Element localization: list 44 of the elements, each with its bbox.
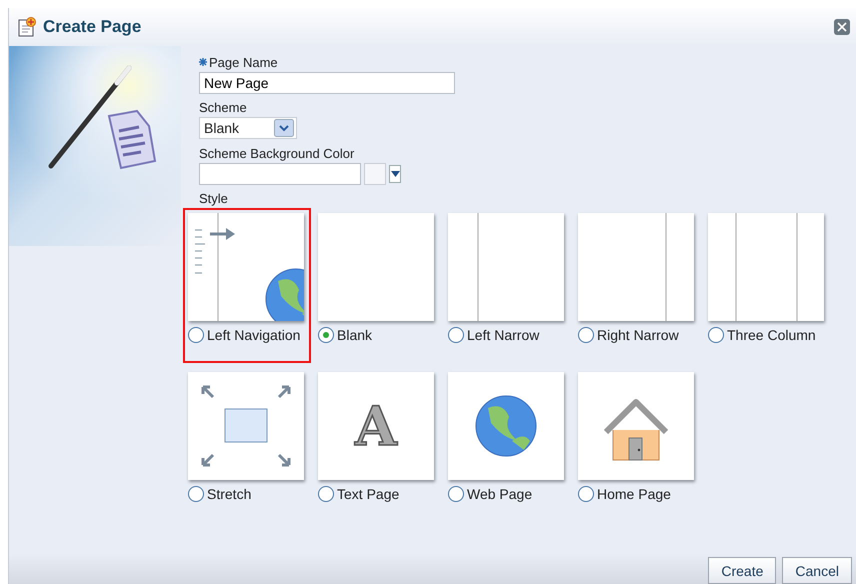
option-label: Blank (337, 326, 372, 344)
style-thumbnail[interactable] (708, 213, 824, 321)
field-label: Scheme (199, 100, 248, 116)
style-thumbnail[interactable] (448, 372, 564, 480)
option-label: Three Column (727, 326, 816, 344)
option-label: Stretch (207, 485, 252, 503)
input-field[interactable] (199, 163, 361, 185)
radio-button[interactable] (448, 486, 464, 502)
color-swatch[interactable] (364, 163, 386, 185)
caret-icon (390, 171, 400, 177)
option-label: Left Navigation (207, 326, 300, 344)
close-icon (836, 21, 848, 33)
field-label: Page Name (209, 55, 278, 71)
letter-icon: A (355, 394, 397, 458)
style-thumbnail[interactable] (578, 372, 694, 480)
radio-button[interactable] (318, 327, 334, 343)
scheme-dropdown[interactable]: Blank (199, 117, 297, 139)
option-label: Left Narrow (467, 326, 540, 344)
window-title: Create Page (43, 17, 142, 37)
option-label: Text Page (337, 485, 400, 503)
style-thumbnail[interactable] (578, 213, 694, 321)
radio-button[interactable] (318, 486, 334, 502)
color-picker-button[interactable] (389, 165, 401, 183)
field-label: Scheme Background Color (199, 146, 356, 162)
style-thumbnail[interactable] (188, 372, 304, 480)
radio-button[interactable] (188, 486, 204, 502)
close-button[interactable] (834, 19, 850, 35)
input-field[interactable]: New Page (199, 72, 455, 94)
radio-button[interactable] (448, 327, 464, 343)
field-label: Style (199, 191, 229, 207)
radio-button[interactable] (578, 486, 594, 502)
radio-button[interactable] (708, 327, 724, 343)
option-label: Home Page (597, 485, 671, 503)
option-label: Right Narrow (597, 326, 679, 344)
dialog-button[interactable]: Create (708, 557, 776, 584)
style-thumbnail[interactable] (448, 213, 564, 321)
radio-button[interactable] (578, 327, 594, 343)
style-thumbnail[interactable] (188, 213, 304, 321)
radio-button[interactable] (188, 327, 204, 343)
option-label: Web Page (467, 485, 532, 503)
new-page-icon (17, 17, 37, 37)
dialog-button[interactable]: Cancel (782, 557, 852, 584)
dropdown-icon (274, 119, 294, 137)
style-thumbnail[interactable] (318, 213, 434, 321)
